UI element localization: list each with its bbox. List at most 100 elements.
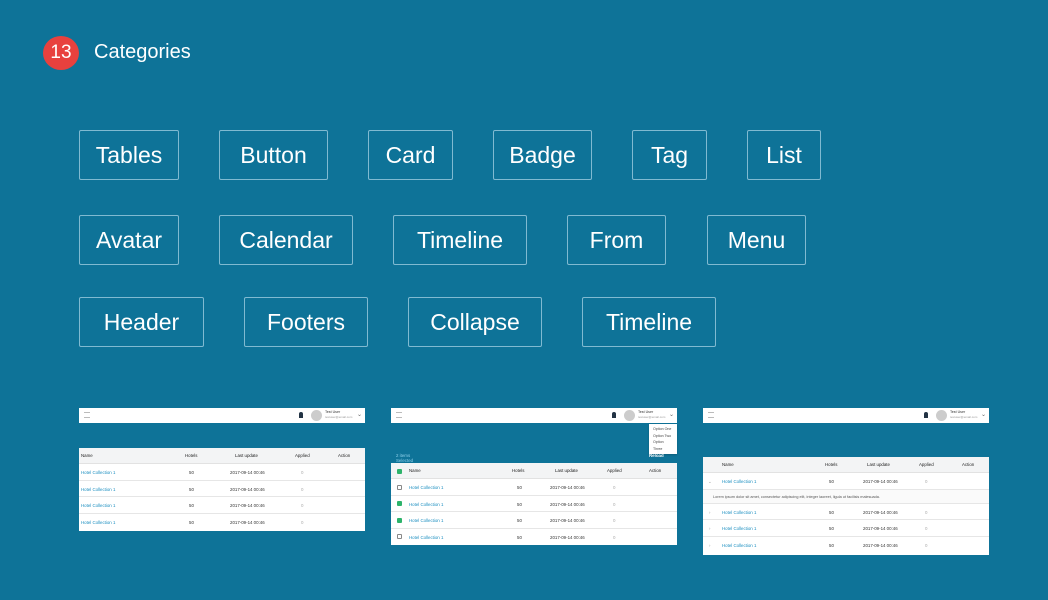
category-tag[interactable]: Tag <box>632 130 707 180</box>
table-row[interactable]: Hotel Collection 1 50 2017-09-14 00:46 0 <box>391 496 677 512</box>
user-name: Test User <box>638 410 654 414</box>
preview-topbar: Test User testuser@email.com ⌄ <box>391 408 677 423</box>
category-timeline-2[interactable]: Timeline <box>582 297 716 347</box>
column-action: Action <box>962 462 975 467</box>
table-row[interactable]: Hotel Collection 1 50 2017-09-14 00:46 0 <box>391 512 677 529</box>
dropdown-option[interactable]: Option One <box>653 426 673 433</box>
category-from[interactable]: From <box>567 215 666 265</box>
row-hotels: 50 <box>517 534 522 540</box>
column-last-update: Last update <box>867 462 890 467</box>
user-email: testuser@email.com <box>325 415 353 419</box>
row-name-link[interactable]: Hotel Collection 1 <box>409 485 443 490</box>
row-name-link[interactable]: Hotel Collection 1 <box>722 543 756 548</box>
table-row[interactable]: Hotel Collection 1 50 2017-09-14 00:46 0 <box>391 479 677 496</box>
column-applied: Applied <box>919 462 934 467</box>
page-title: Categories <box>94 41 191 63</box>
category-button[interactable]: Button <box>219 130 328 180</box>
row-name-link[interactable]: Hotel Collection 1 <box>722 510 756 515</box>
expanded-row-content: Lorem ipsum dolor sit amet, consectetur … <box>703 489 989 504</box>
category-card[interactable]: Card <box>368 130 453 180</box>
user-dropdown-menu: Option One Option Two Option Three <box>649 424 677 454</box>
row-updated: 2017-09-14 00:46 <box>230 470 265 475</box>
table-row-expanded[interactable]: ⌄ Hotel Collection 1 50 2017-09-14 00:46… <box>703 473 989 490</box>
row-applied: 0 <box>925 526 928 531</box>
chevron-right-icon[interactable]: › <box>709 510 710 515</box>
row-applied: 0 <box>301 486 304 492</box>
user-name: Test User <box>325 410 341 414</box>
row-name-link[interactable]: Hotel Collection 1 <box>722 479 756 484</box>
row-updated: 2017-09-14 00:46 <box>863 526 898 531</box>
row-updated: 2017-09-14 00:46 <box>863 479 898 484</box>
row-hotels: 50 <box>189 519 194 525</box>
column-applied: Applied <box>295 453 310 458</box>
row-name-link[interactable]: Hotel Collection 1 <box>409 502 443 507</box>
row-name-link[interactable]: Hotel Collection 1 <box>81 520 115 525</box>
row-name-link[interactable]: Hotel Collection 1 <box>81 503 115 508</box>
bell-icon[interactable] <box>299 412 303 418</box>
column-hotels: Hotels <box>825 462 838 467</box>
bell-icon[interactable] <box>612 412 616 418</box>
category-calendar[interactable]: Calendar <box>219 215 353 265</box>
row-hotels: 50 <box>517 518 522 523</box>
category-timeline[interactable]: Timeline <box>393 215 527 265</box>
row-hotels: 50 <box>829 526 834 531</box>
row-name-link[interactable]: Hotel Collection 1 <box>81 487 115 492</box>
section-number-badge: 13 <box>43 36 79 70</box>
category-avatar[interactable]: Avatar <box>79 215 179 265</box>
table-row[interactable]: › Hotel Collection 1 50 2017-09-14 00:46… <box>703 537 989 554</box>
row-applied: 0 <box>613 534 616 540</box>
row-name-link[interactable]: Hotel Collection 1 <box>81 470 115 475</box>
category-tables[interactable]: Tables <box>79 130 179 180</box>
row-checkbox[interactable] <box>397 501 402 506</box>
avatar[interactable] <box>936 410 947 421</box>
category-badge[interactable]: Badge <box>493 130 592 180</box>
table-row[interactable]: › Hotel Collection 1 50 2017-09-14 00:46… <box>703 504 989 520</box>
chevron-down-icon[interactable]: ⌄ <box>981 411 986 418</box>
table-row[interactable]: Hotel Collection 1 50 2017-09-14 00:46 0 <box>79 497 365 514</box>
row-name-link[interactable]: Hotel Collection 1 <box>409 535 443 540</box>
row-hotels: 50 <box>517 501 522 507</box>
row-applied: 0 <box>925 542 928 548</box>
row-name-link[interactable]: Hotel Collection 1 <box>409 518 443 523</box>
category-menu[interactable]: Menu <box>707 215 806 265</box>
row-hotels: 50 <box>189 470 194 475</box>
category-header[interactable]: Header <box>79 297 204 347</box>
category-collapse[interactable]: Collapse <box>408 297 542 347</box>
chevron-down-icon[interactable]: ⌄ <box>708 479 712 485</box>
row-checkbox[interactable] <box>397 534 402 539</box>
menu-icon[interactable] <box>396 412 402 418</box>
chevron-right-icon[interactable]: › <box>709 543 710 548</box>
chevron-down-icon[interactable]: ⌄ <box>357 411 362 418</box>
row-updated: 2017-09-14 00:46 <box>863 509 898 515</box>
user-email: testuser@email.com <box>950 415 978 419</box>
column-action: Action <box>649 468 662 473</box>
row-updated: 2017-09-14 00:46 <box>863 542 898 548</box>
table-row[interactable]: Hotel Collection 1 50 2017-09-14 00:46 0 <box>391 529 677 546</box>
column-last-update: Last update <box>555 468 578 473</box>
expanded-text: Lorem ipsum dolor sit amet, consectetur … <box>713 494 880 499</box>
category-footers[interactable]: Footers <box>244 297 368 347</box>
reload-button[interactable]: Reload <box>649 453 664 458</box>
row-name-link[interactable]: Hotel Collection 1 <box>722 526 756 531</box>
avatar[interactable] <box>311 410 322 421</box>
chevron-down-icon[interactable]: ⌄ <box>669 411 674 418</box>
row-hotels: 50 <box>829 542 834 548</box>
row-checkbox[interactable] <box>397 517 402 523</box>
category-list[interactable]: List <box>747 130 821 180</box>
bell-icon[interactable] <box>924 412 928 418</box>
chevron-right-icon[interactable]: › <box>709 526 710 531</box>
row-applied: 0 <box>613 485 616 490</box>
avatar[interactable] <box>624 410 635 421</box>
preview-table: Name Hotels Last update Applied Action H… <box>79 448 365 531</box>
table-row[interactable]: Hotel Collection 1 50 2017-09-14 00:46 0 <box>79 481 365 497</box>
table-row[interactable]: Hotel Collection 1 50 2017-09-14 00:46 0 <box>79 514 365 531</box>
menu-icon[interactable] <box>708 412 714 418</box>
menu-icon[interactable] <box>84 412 90 418</box>
row-applied: 0 <box>925 479 928 484</box>
table-row[interactable]: › Hotel Collection 1 50 2017-09-14 00:46… <box>703 520 989 537</box>
dropdown-option[interactable]: Option Three <box>653 439 673 452</box>
row-checkbox[interactable] <box>397 484 402 490</box>
select-all-checkbox[interactable] <box>397 468 402 474</box>
table-row[interactable]: Hotel Collection 1 50 2017-09-14 00:46 0 <box>79 464 365 481</box>
column-name: Name <box>409 468 421 473</box>
